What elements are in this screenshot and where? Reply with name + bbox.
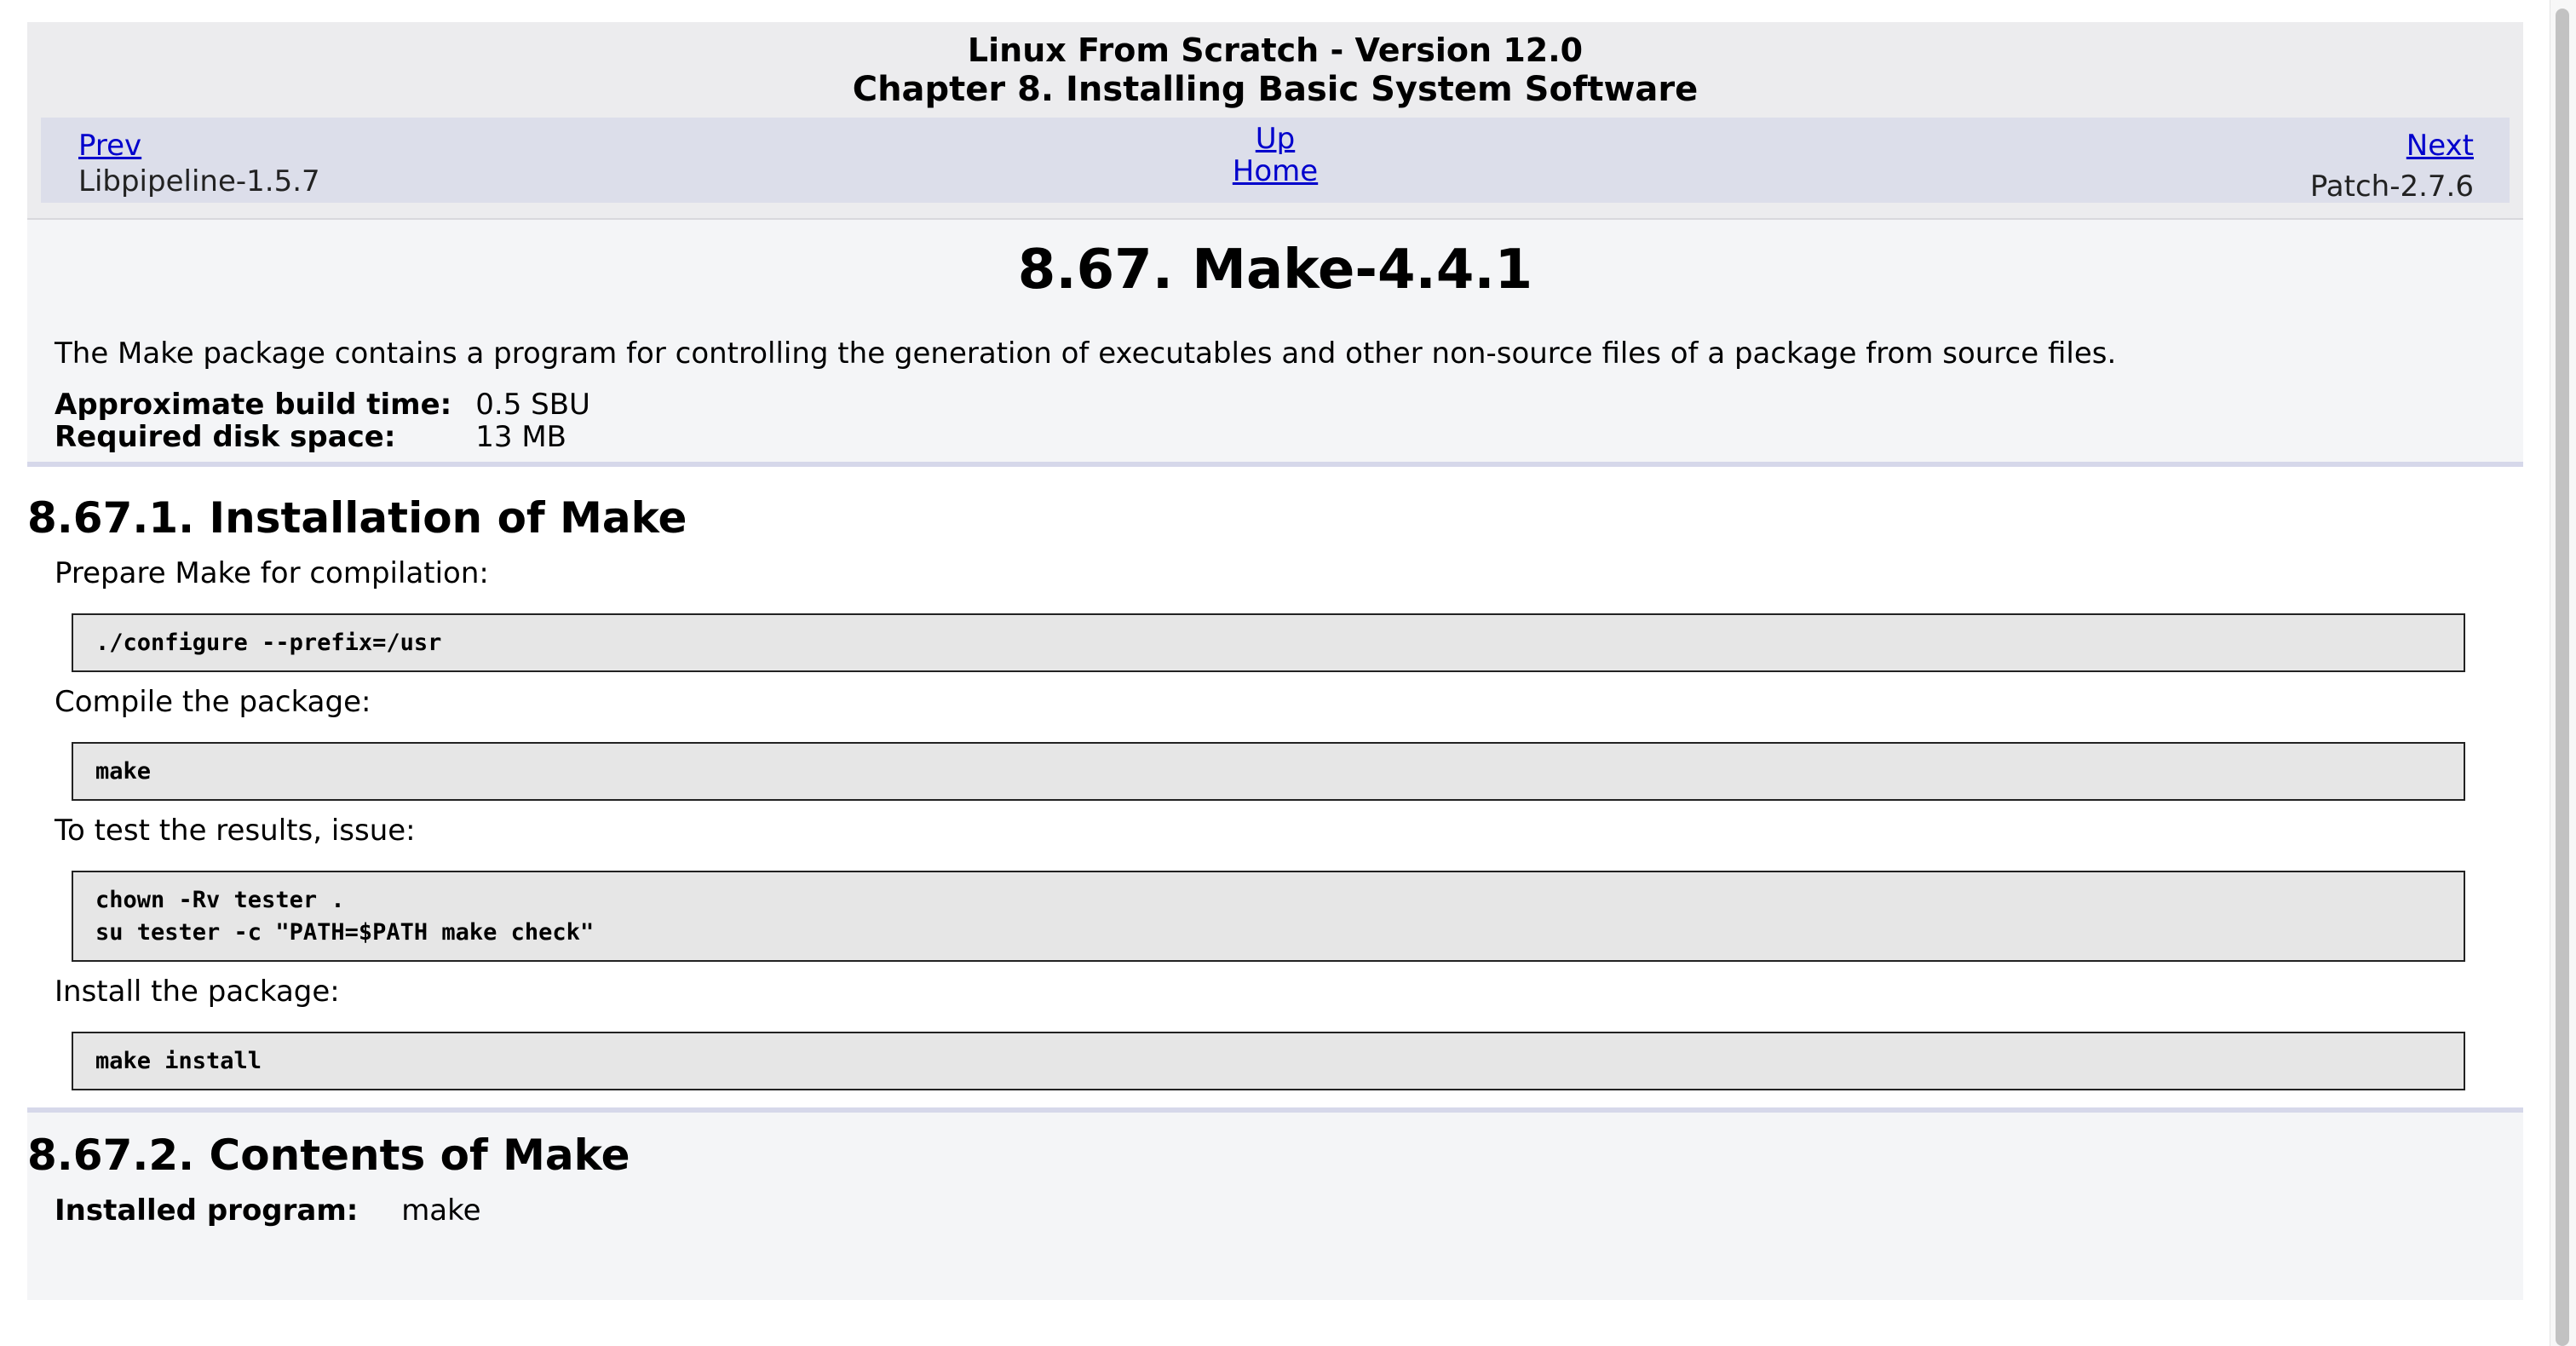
build-time-label: Approximate build time:: [55, 388, 452, 422]
installed-program-label: Installed program:: [55, 1194, 359, 1228]
disk-space-label: Required disk space:: [55, 420, 396, 454]
prepare-text: Prepare Make for compilation:: [55, 556, 489, 590]
build-time-value: 0.5 SBU: [475, 388, 590, 422]
installation-section: 8.67.1. Installation of Make Prepare Mak…: [27, 492, 2523, 1090]
book-title: Linux From Scratch - Version 12.0: [967, 32, 1584, 69]
chapter-title: Chapter 8. Installing Basic System Softw…: [852, 70, 1699, 109]
navigation-bar: Prev Libpipeline-1.5.7 Up Home Next Patc…: [41, 118, 2510, 204]
installation-heading: 8.67.1. Installation of Make: [27, 493, 687, 543]
home-link[interactable]: Home: [41, 155, 2510, 187]
package-info-table: Approximate build time: 0.5 SBU Required…: [55, 388, 590, 453]
installed-program-row: Installed program: make: [55, 1193, 2523, 1228]
compile-command-block[interactable]: make: [72, 742, 2465, 801]
nav-middle: Up Home: [41, 123, 2510, 187]
test-command-block[interactable]: chown -Rv tester . su tester -c "PATH=$PA…: [72, 871, 2465, 962]
build-time-row: Approximate build time: 0.5 SBU: [55, 388, 590, 421]
nav-next: Next Patch-2.7.6: [2310, 128, 2474, 204]
page: Linux From Scratch - Version 12.0 Chapte…: [0, 0, 2576, 1346]
next-page-title: Patch-2.7.6: [2309, 170, 2474, 204]
install-text: Install the package:: [55, 975, 340, 1009]
document: Linux From Scratch - Version 12.0 Chapte…: [27, 22, 2523, 1300]
compile-command: make: [95, 758, 152, 785]
contents-heading: 8.67.2. Contents of Make: [27, 1130, 630, 1180]
configure-command: ./configure --prefix=/usr: [95, 630, 442, 656]
test-command-chown: chown -Rv tester .: [95, 887, 345, 913]
contents-section: 8.67.2. Contents of Make Installed progr…: [27, 1107, 2523, 1300]
up-link[interactable]: Up: [41, 123, 2510, 155]
test-text: To test the results, issue:: [55, 814, 416, 848]
package-title: 8.67. Make-4.4.1: [1017, 239, 1533, 302]
configure-command-block[interactable]: ./configure --prefix=/usr: [72, 613, 2465, 672]
disk-space-row: Required disk space: 13 MB: [55, 421, 590, 453]
disk-space-value: 13 MB: [475, 420, 566, 454]
test-command-check: su tester -c "PATH=$PATH make check": [95, 919, 595, 946]
install-command: make install: [95, 1048, 262, 1074]
install-command-block[interactable]: make install: [72, 1032, 2465, 1090]
page-header: Linux From Scratch - Version 12.0 Chapte…: [27, 22, 2523, 220]
next-link[interactable]: Next: [2406, 129, 2474, 163]
scrollbar-thumb[interactable]: [2556, 9, 2569, 1346]
compile-text: Compile the package:: [55, 685, 371, 719]
package-summary: 8.67. Make-4.4.1 The Make package contai…: [27, 220, 2523, 467]
package-description: The Make package contains a program for …: [55, 336, 2117, 371]
vertical-scrollbar[interactable]: [2550, 0, 2576, 1346]
installed-program-value: make: [401, 1194, 481, 1228]
